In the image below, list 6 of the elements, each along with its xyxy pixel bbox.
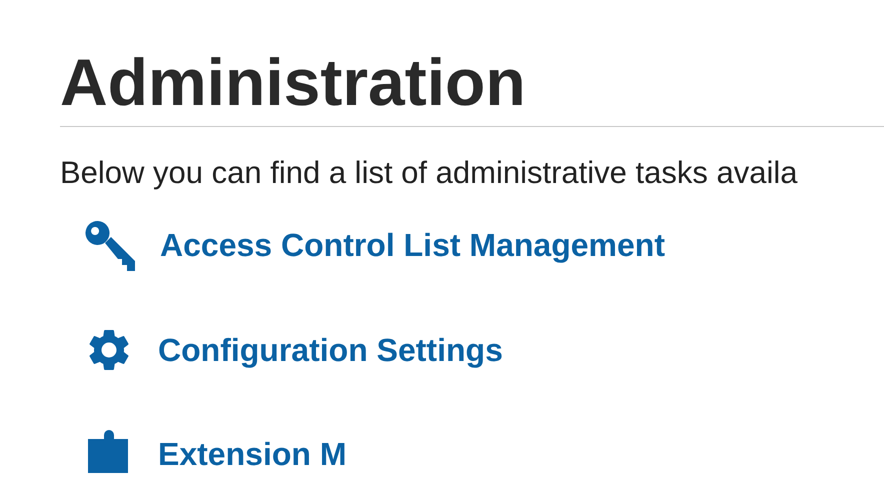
task-link[interactable]: Access Control List Management [160,226,665,264]
page-title: Administration [60,44,526,120]
intro-text: Below you can find a list of administrative tasks availa [60,155,798,191]
task-link[interactable]: Configuration Settings [158,331,503,369]
key-icon [84,219,136,271]
task-link[interactable]: Extension M [158,435,346,473]
